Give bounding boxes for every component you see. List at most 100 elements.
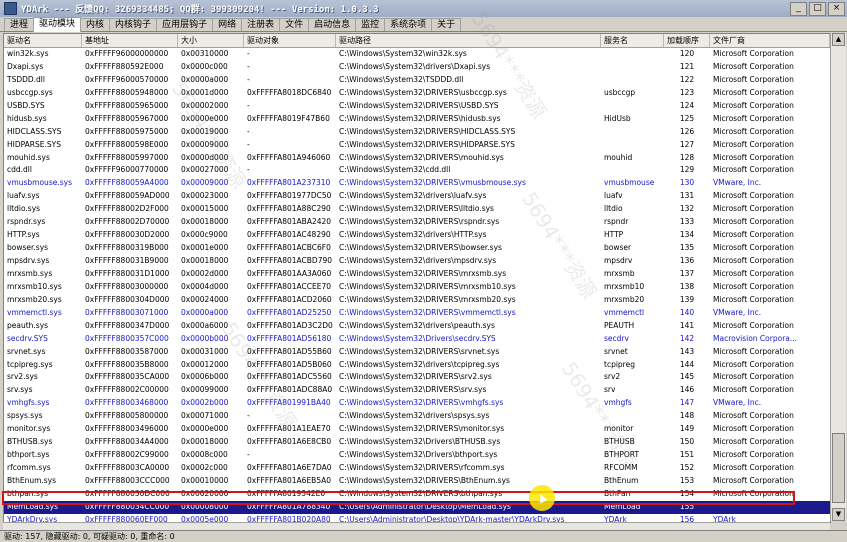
- scrollbar-thumb[interactable]: [832, 433, 845, 503]
- table-row[interactable]: srvnet.sys 0xFFFFF88003587000 0x00031000 0x…: [4, 346, 830, 359]
- table-row[interactable]: srv2.sys 0xFFFFF880035CA000 0x0006b000 0xFF…: [4, 371, 830, 384]
- file-vendor-cell: Microsoft Corporation: [713, 256, 794, 265]
- load-order-cell: 125: [679, 113, 695, 123]
- col-load-order-header[interactable]: 加载顺序: [664, 34, 710, 47]
- table-row[interactable]: mpsdrv.sys 0xFFFFF880031B9000 0x00018000 0x…: [4, 255, 830, 268]
- base-address-cell: 0xFFFFF88003CCC000: [85, 475, 170, 485]
- table-row[interactable]: lltdio.sys 0xFFFFF88002D2F000 0x00015000 0x…: [4, 203, 830, 216]
- tab-1[interactable]: 驱动模块: [33, 17, 82, 32]
- vertical-scrollbar[interactable]: ▲ ▼: [830, 33, 846, 521]
- col-driver-name-header[interactable]: 驱动名: [4, 34, 82, 47]
- driver-path-cell: C:\Windows\System32\DRIVERS\hidusb.sys: [339, 113, 501, 123]
- maximize-button[interactable]: □: [809, 2, 826, 16]
- file-vendor-cell: Microsoft Corporation: [713, 281, 794, 291]
- table-row[interactable]: mrxsmb20.sys 0xFFFFF8800304D000 0x00024000…: [4, 294, 830, 307]
- col-file-vendor-header[interactable]: 文件厂商: [710, 34, 830, 47]
- driver-object-cell: 0xFFFFFA801A946060: [247, 152, 331, 162]
- tab-7[interactable]: 文件: [279, 18, 310, 31]
- table-row[interactable]: bthpan.sys 0xFFFFF880030DC000 0x00020000 0x…: [4, 488, 830, 501]
- base-address-cell: 0xFFFFF8800319B000: [85, 243, 169, 253]
- driver-object-cell: -: [247, 61, 250, 71]
- base-address-cell: 0xFFFFF96000570000: [85, 74, 169, 84]
- table-row[interactable]: bthport.sys 0xFFFFF88002C99000 0x0008c000 -…: [4, 449, 830, 462]
- table-row[interactable]: USBD.SYS 0xFFFFF88005965000 0x00002000 - C:\…: [4, 100, 830, 113]
- table-row[interactable]: mrxsmb10.sys 0xFFFFF88003000000 0x0004d000…: [4, 281, 830, 294]
- table-row[interactable]: srv.sys 0xFFFFF88002C00000 0x00099000 0xFFF…: [4, 384, 830, 397]
- service-name-cell: secdrv: [604, 333, 629, 343]
- driver-name-cell: HIDPARSE.SYS: [7, 139, 61, 149]
- table-row[interactable]: win32k.sys 0xFFFFF96000000000 0x00310000 - C…: [4, 48, 830, 61]
- table-row[interactable]: BthEnum.sys 0xFFFFF88003CCC000 0x00010000 0…: [4, 475, 830, 488]
- tab-11[interactable]: 关于: [431, 18, 462, 31]
- table-row[interactable]: vmusbmouse.sys 0xFFFFF880059A4000 0x000090…: [4, 177, 830, 190]
- tab-0[interactable]: 进程: [4, 18, 35, 31]
- table-row[interactable]: tcpipreg.sys 0xFFFFF880035B8000 0x00012000…: [4, 359, 830, 372]
- table-row[interactable]: monitor.sys 0xFFFFF88003496000 0x0000e000 0…: [4, 423, 830, 436]
- tab-4[interactable]: 应用层钩子: [156, 18, 214, 31]
- table-row[interactable]: cdd.dll 0xFFFFF96000770000 0x00027000 - C:\W…: [4, 164, 830, 177]
- base-address-cell: 0xFFFFF88002C99000: [85, 450, 169, 460]
- col-driver-path-header[interactable]: 驱动路径: [336, 34, 601, 47]
- tab-8[interactable]: 启动信息: [308, 18, 357, 31]
- close-button[interactable]: ×: [828, 2, 845, 16]
- driver-name-cell: mrxsmb10.sys: [7, 281, 62, 291]
- driver-list[interactable]: 驱动名 基地址 大小 驱动对象 驱动路径 服务名 加载顺序 文件厂商 win32k.sys 0x…: [3, 33, 831, 523]
- table-row[interactable]: TSDDD.dll 0xFFFFF96000570000 0x0000a000 - C:…: [4, 74, 830, 87]
- driver-name-cell: USBD.SYS: [7, 100, 45, 110]
- tab-2[interactable]: 内核: [80, 18, 111, 31]
- driver-path-cell: C:\Windows\System32\DRIVERS\mrxsmb20.sys: [339, 294, 516, 304]
- tab-5[interactable]: 网络: [212, 18, 243, 31]
- table-row[interactable]: mouhid.sys 0xFFFFF88005997000 0x0000d000 0x…: [4, 152, 830, 165]
- table-row[interactable]: peauth.sys 0xFFFFF8800347D000 0x000a6000 0x…: [4, 320, 830, 333]
- table-row[interactable]: HIDCLASS.SYS 0xFFFFF88005975000 0x00019000…: [4, 126, 830, 139]
- table-row[interactable]: secdrv.SYS 0xFFFFF8800357C000 0x0000b000 0x…: [4, 333, 830, 346]
- tab-9[interactable]: 监控: [355, 18, 386, 31]
- table-row[interactable]: rspndr.sys 0xFFFFF88002D70000 0x00018000 0x…: [4, 216, 830, 229]
- table-row[interactable]: bowser.sys 0xFFFFF8800319B000 0x0001e000 0x…: [4, 242, 830, 255]
- table-row[interactable]: Dxapi.sys 0xFFFFF880592E000 0x0000c000 - C:\…: [4, 61, 830, 74]
- table-row[interactable]: rfcomm.sys 0xFFFFF88003CA0000 0x0002c000 0x…: [4, 462, 830, 475]
- tab-10[interactable]: 系统杂项: [384, 18, 433, 31]
- col-base-address-header[interactable]: 基地址: [82, 34, 178, 47]
- base-address-cell: 0xFFFFF88005975000: [85, 126, 169, 136]
- scroll-up-arrow-icon[interactable]: ▲: [832, 33, 845, 46]
- service-name-cell: HTTP: [604, 230, 624, 240]
- table-row[interactable]: mrxsmb.sys 0xFFFFF880031D1000 0x0002d000 0x…: [4, 268, 830, 281]
- minimize-button[interactable]: _: [790, 2, 807, 16]
- table-row[interactable]: usbccgp.sys 0xFFFFF88005948000 0x0001d000 0…: [4, 87, 830, 100]
- driver-object-cell: 0xFFFFFA801AD25250: [247, 307, 332, 317]
- table-row[interactable]: MemLoad.sys 0xFFFFF880034CC000 0x00008000 0…: [4, 500, 830, 514]
- tab-3[interactable]: 内核钩子: [109, 18, 158, 31]
- base-address-cell: 0xFFFFF880031B9000: [85, 256, 169, 265]
- col-service-name-header[interactable]: 服务名: [601, 34, 664, 47]
- file-vendor-cell: Microsoft Corporation: [713, 346, 794, 356]
- table-row[interactable]: HTTP.sys 0xFFFFF880030D2000 0x000c9000 0xFF…: [4, 229, 830, 242]
- size-cell: 0x00008000: [181, 501, 229, 511]
- size-cell: 0x000a6000: [181, 320, 229, 330]
- tab-6[interactable]: 注册表: [241, 18, 281, 31]
- driver-name-cell: bthport.sys: [7, 450, 50, 460]
- file-vendor-cell: Microsoft Corporation: [713, 294, 794, 304]
- load-order-cell: 124: [679, 100, 695, 110]
- table-row[interactable]: BTHUSB.sys 0xFFFFF880034A4000 0x00018000 0x…: [4, 436, 830, 449]
- table-row[interactable]: vmmemctl.sys 0xFFFFF88003071000 0x0000a000…: [4, 307, 830, 320]
- size-cell: 0x0000c000: [181, 61, 228, 71]
- base-address-cell: 0xFFFFF88005948000: [85, 87, 169, 97]
- size-cell: 0x0001e000: [181, 243, 229, 253]
- table-row[interactable]: luafv.sys 0xFFFFF880059AD000 0x00023000 0xF…: [4, 190, 830, 203]
- driver-object-cell: 0xFFFFFA801977DC50: [247, 191, 332, 201]
- driver-name-cell: Dxapi.sys: [7, 61, 44, 71]
- table-row[interactable]: HIDPARSE.SYS 0xFFFFF8800598E000 0x00009000…: [4, 139, 830, 152]
- file-vendor-cell: Microsoft Corporation: [713, 139, 794, 149]
- col-driver-object-header[interactable]: 驱动对象: [244, 34, 336, 47]
- scroll-down-arrow-icon[interactable]: ▼: [832, 508, 845, 521]
- driver-object-cell: 0xFFFFFA801A1EAE70: [247, 424, 331, 434]
- table-row[interactable]: hidusb.sys 0xFFFFF88005967000 0x0000e000 0x…: [4, 113, 830, 126]
- driver-path-cell: C:\Windows\System32\DRIVERS\lltdio.sys: [339, 204, 494, 214]
- col-size-header[interactable]: 大小: [178, 34, 244, 47]
- size-cell: 0x00023000: [181, 191, 229, 201]
- table-row[interactable]: spsys.sys 0xFFFFF88005800000 0x00071000 - C:…: [4, 410, 830, 423]
- file-vendor-cell: Microsoft Corporation: [713, 87, 794, 97]
- table-row[interactable]: vmhgfs.sys 0xFFFFF88003468000 0x0002b000 0x…: [4, 397, 830, 410]
- driver-object-cell: 0xFFFFFA801AC48290: [247, 230, 331, 240]
